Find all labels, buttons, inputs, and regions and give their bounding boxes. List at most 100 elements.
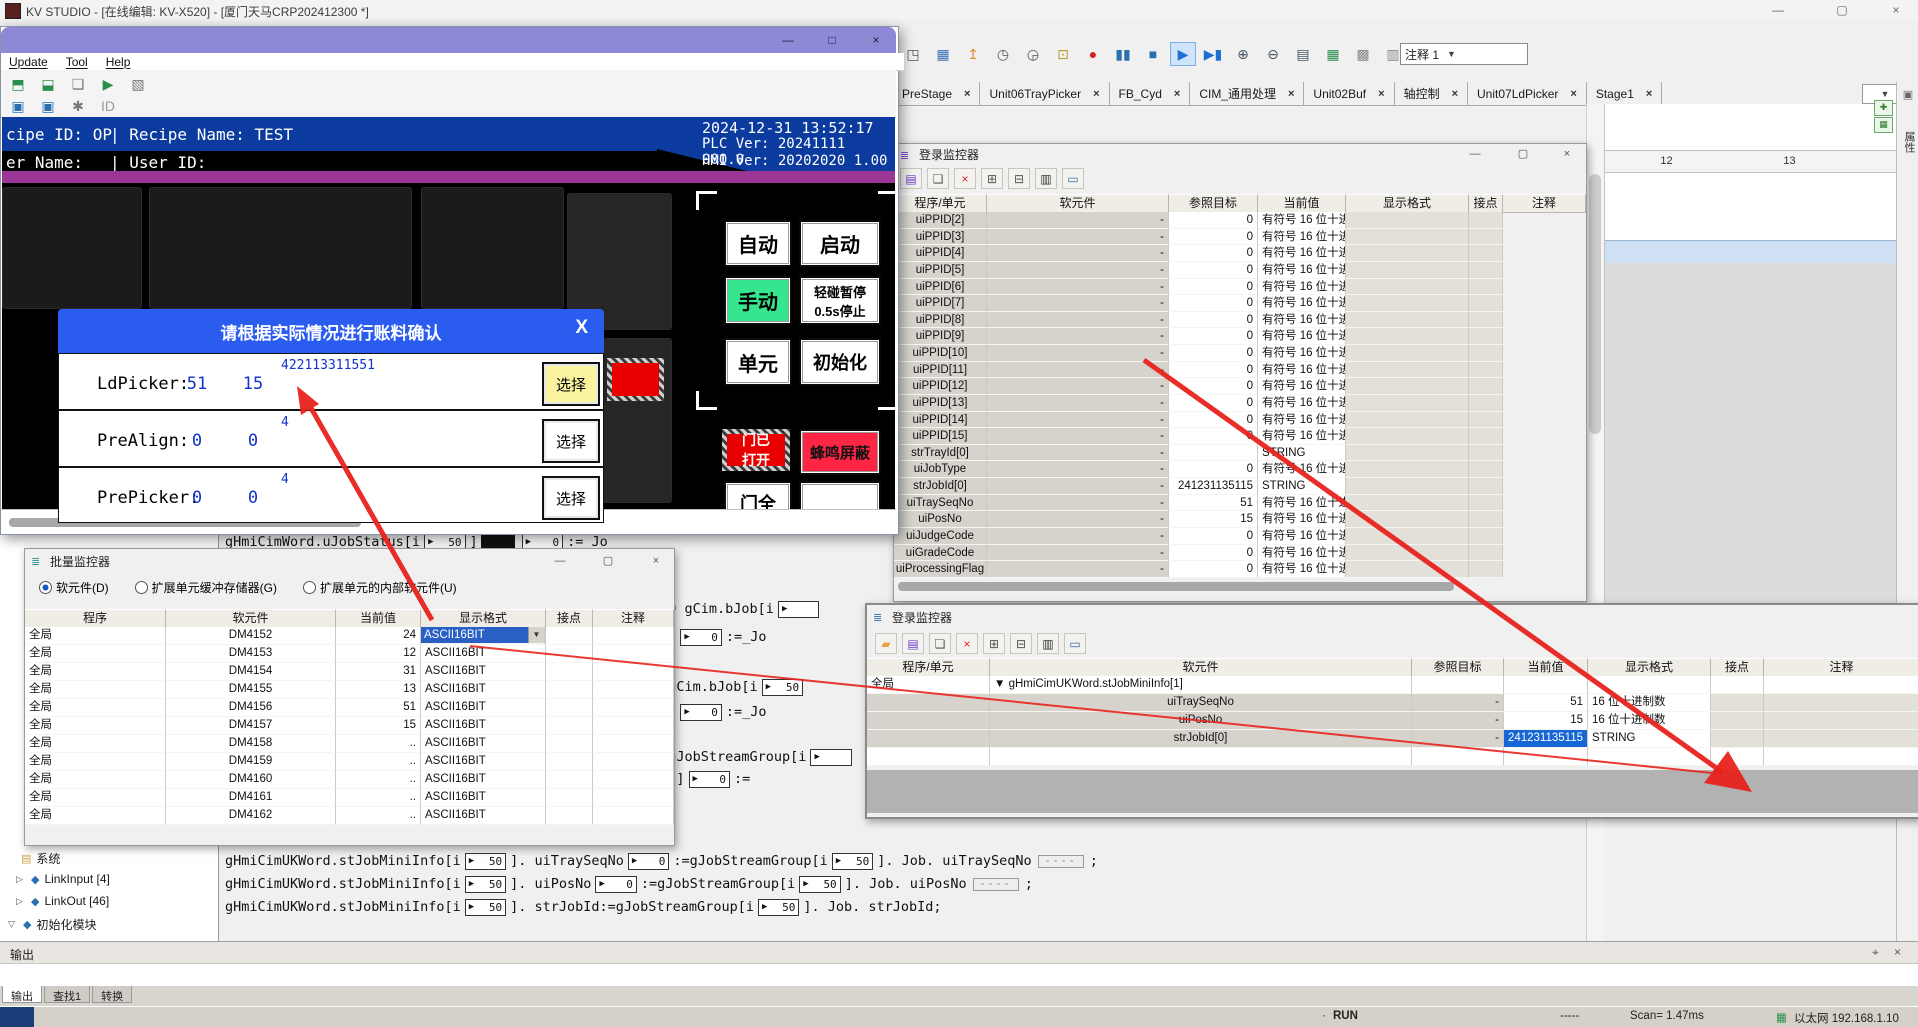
inline-value-box[interactable]: ▶ bbox=[810, 749, 851, 766]
tab-close-icon[interactable]: × bbox=[1174, 88, 1180, 100]
table-row[interactable]: uiTraySeqNo-5116 位十进制数 bbox=[867, 694, 1918, 712]
table-row[interactable]: uiGradeCode-0有符号 16 位十进制数 bbox=[894, 545, 1586, 562]
column-header[interactable]: 显示格式 bbox=[1588, 658, 1711, 677]
editor-tab[interactable]: CIM_通用处理× bbox=[1190, 82, 1304, 105]
column-header[interactable]: 注释 bbox=[593, 609, 674, 628]
column-header[interactable]: 程序/单元 bbox=[867, 658, 990, 677]
close-icon[interactable]: × bbox=[1556, 146, 1578, 163]
toolbar-icon[interactable]: ▰ bbox=[875, 633, 897, 654]
toolbar-icon[interactable]: ⊟ bbox=[1008, 168, 1030, 189]
table-row[interactable]: uiPPID[9]-0有符号 16 位十进制数 bbox=[894, 328, 1586, 345]
editor-tab[interactable]: Unit06TrayPicker× bbox=[980, 82, 1109, 105]
st-code-line[interactable]: D gCim.bJob[i▶50 bbox=[652, 678, 807, 696]
editor-tab[interactable]: PreStage× bbox=[893, 82, 980, 105]
toolbar-icon[interactable]: ▭ bbox=[1064, 633, 1086, 654]
tab-close-icon[interactable]: × bbox=[1452, 88, 1458, 100]
table-row[interactable]: 全局DM415715ASCII16BIT bbox=[25, 717, 674, 735]
grid-icon[interactable]: ▦ bbox=[1874, 117, 1893, 133]
dialog-close-icon[interactable]: X bbox=[575, 317, 588, 339]
column-header[interactable]: 当前值 bbox=[1258, 194, 1346, 213]
table-row[interactable]: 全局DM4162..ASCII16BIT bbox=[25, 807, 674, 825]
pin-icon[interactable]: ⌖ bbox=[1872, 945, 1879, 960]
comment-combo[interactable]: 注释 1 ▼ bbox=[1400, 43, 1528, 65]
tree-item-linkinput[interactable]: ▷ ◆ LinkInput [4] bbox=[16, 872, 110, 886]
chevron-down-icon[interactable]: ▼ bbox=[1447, 49, 1456, 59]
column-header[interactable]: 接点 bbox=[1711, 658, 1764, 677]
window-titlebar[interactable]: ≣ 登录监控器 bbox=[867, 605, 1918, 629]
table-row[interactable]: strJobId[0]-241231135115STRING bbox=[867, 730, 1918, 748]
hmi-button-door-full[interactable]: 门全 bbox=[724, 481, 792, 509]
hmi-button-partial[interactable] bbox=[799, 481, 881, 509]
editor-tab[interactable]: Unit07LdPicker× bbox=[1468, 82, 1587, 105]
inline-value-box[interactable]: ▶0 bbox=[680, 629, 721, 646]
inline-value-box[interactable]: ▶0 bbox=[628, 853, 669, 870]
menu-tool[interactable]: Tool bbox=[66, 55, 88, 69]
toolbar-icon[interactable]: ⊞ bbox=[983, 633, 1005, 654]
inline-value-box[interactable]: ▶50 bbox=[799, 876, 840, 893]
inline-value-box[interactable]: ▶50 bbox=[465, 876, 506, 893]
dialog-header[interactable]: 请根据实际情况进行账料确认 X bbox=[58, 309, 604, 353]
radio-internal-u[interactable]: 扩展单元的内部软元件(U) bbox=[303, 579, 457, 596]
toolbar-icon[interactable]: ⊟ bbox=[1010, 633, 1032, 654]
st-code-line[interactable]: gHmiCimUKWord.stJobMiniInfo[i▶50]. strJo… bbox=[225, 898, 942, 916]
toolbar-icon[interactable]: ◶ bbox=[1020, 42, 1046, 66]
menu-help[interactable]: Help bbox=[106, 55, 131, 69]
hmi-button-manual[interactable]: 手动 bbox=[724, 276, 792, 325]
table-row[interactable]: uiPPID[15]-0有符号 16 位十进制数 bbox=[894, 428, 1586, 445]
column-header[interactable]: 注释 bbox=[1764, 658, 1918, 677]
column-header[interactable]: 注释 bbox=[1503, 194, 1586, 213]
minimize-icon[interactable]: — bbox=[771, 31, 805, 49]
close-icon[interactable]: × bbox=[1894, 945, 1901, 959]
toolbar-icon[interactable]: ⊕ bbox=[1230, 42, 1256, 66]
column-header[interactable]: 参照目标 bbox=[1169, 194, 1258, 213]
table-row[interactable]: uiPPID[8]-0有符号 16 位十进制数 bbox=[894, 312, 1586, 329]
minimize-icon[interactable]: — bbox=[1758, 1, 1798, 19]
editor-tab[interactable]: 轴控制× bbox=[1395, 82, 1468, 105]
editor-tab[interactable]: Stage1× bbox=[1587, 82, 1662, 105]
tab-close-icon[interactable]: × bbox=[1646, 88, 1652, 100]
window-titlebar[interactable]: ≣ 批量监控器 bbox=[25, 549, 674, 573]
scrollbar-thumb[interactable] bbox=[1589, 174, 1601, 434]
column-header[interactable]: 当前值 bbox=[1504, 658, 1588, 677]
table-row[interactable]: uiJobType-0有符号 16 位十进制数 bbox=[894, 461, 1586, 478]
inline-value-box[interactable]: ▶0 bbox=[680, 704, 721, 721]
hmi-button-buzzer-mask[interactable]: 蜂鸣屏蔽 bbox=[799, 429, 881, 475]
table-row[interactable]: uiTraySeqNo-51有符号 16 位十进制数 bbox=[894, 495, 1586, 512]
toolbar-icon[interactable]: ◷ bbox=[990, 42, 1016, 66]
toolbar-icon[interactable]: ▮▮ bbox=[1110, 42, 1136, 66]
toolbar-icon[interactable]: ⬓ bbox=[35, 72, 61, 96]
tab-output[interactable]: 输出 bbox=[2, 986, 42, 1003]
horizontal-scrollbar[interactable] bbox=[894, 580, 1586, 594]
tab-close-icon[interactable]: × bbox=[1378, 88, 1384, 100]
hmi-button-unit[interactable]: 单元 bbox=[724, 338, 792, 386]
toolbar-icon[interactable]: ▶ bbox=[95, 72, 121, 96]
close-icon[interactable]: × bbox=[859, 31, 893, 49]
add-icon[interactable]: ✚ bbox=[1874, 100, 1893, 116]
hmi-button-auto[interactable]: 自动 bbox=[724, 220, 792, 267]
restore-icon[interactable]: ▢ bbox=[1512, 146, 1534, 163]
toolbar-icon[interactable]: ▥ bbox=[1035, 168, 1057, 189]
select-button[interactable]: 选择 bbox=[542, 476, 600, 520]
toolbar-icon[interactable]: ▩ bbox=[1350, 42, 1376, 66]
maximize-icon[interactable]: □ bbox=[815, 31, 849, 49]
table-row[interactable]: uiPosNo-15有符号 16 位十进制数 bbox=[894, 511, 1586, 528]
inline-value-box[interactable]: ▶50 bbox=[758, 899, 799, 916]
inline-value-box[interactable]: ▶0 bbox=[595, 876, 636, 893]
table-row[interactable]: uiPPID[14]-0有符号 16 位十进制数 bbox=[894, 412, 1586, 429]
column-header[interactable]: 接点 bbox=[546, 609, 593, 628]
column-header[interactable]: 接点 bbox=[1469, 194, 1503, 213]
editor-tab[interactable]: FB_Cyd× bbox=[1110, 82, 1191, 105]
toolbar-icon[interactable]: ❏ bbox=[65, 72, 91, 96]
grid-selected-row[interactable] bbox=[1605, 240, 1897, 265]
table-row[interactable]: 全局DM4160..ASCII16BIT bbox=[25, 771, 674, 789]
table-row[interactable]: 全局DM4161..ASCII16BIT bbox=[25, 789, 674, 807]
inline-value-box[interactable]: ▶50 bbox=[465, 853, 506, 870]
toolbar-icon[interactable]: ● bbox=[1080, 42, 1106, 66]
inline-value-box[interactable]: ▶0 bbox=[689, 771, 730, 788]
toolbar-icon[interactable]: ⊡ bbox=[1050, 42, 1076, 66]
tree-item-init-module[interactable]: ▽ ◆ 初始化模块 bbox=[8, 916, 96, 933]
menu-update[interactable]: Update bbox=[9, 55, 48, 69]
tree-item-linkout[interactable]: ▷ ◆ LinkOut [46] bbox=[16, 894, 109, 908]
table-row[interactable]: uiPPID[11]-0有符号 16 位十进制数 bbox=[894, 362, 1586, 379]
toolbar-icon[interactable]: ▭ bbox=[1062, 168, 1084, 189]
